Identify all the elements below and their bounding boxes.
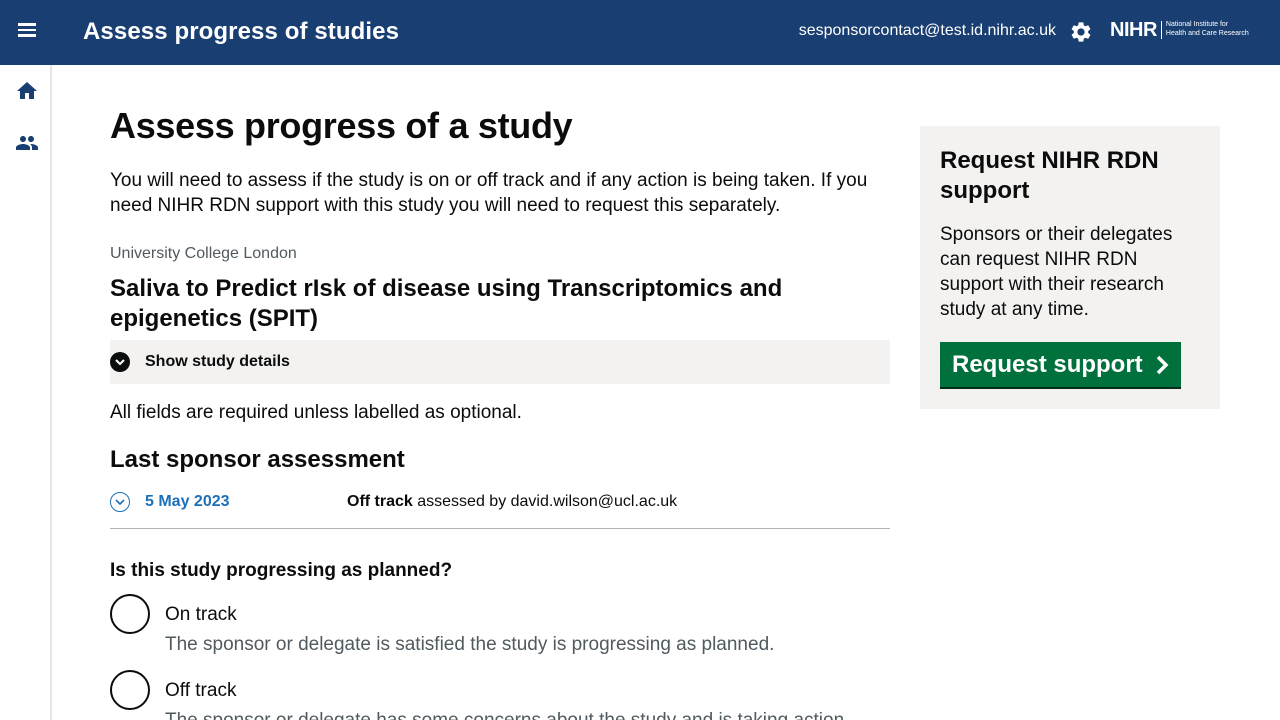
required-fields-note: All fields are required unless labelled … [110,402,522,423]
side-navigation [0,65,52,720]
app-header: Assess progress of studies sesponsorcont… [0,0,1280,65]
last-assessment-heading: Last sponsor assessment [110,446,405,473]
assessment-status: Off track assessed by david.wilson@ucl.a… [347,493,677,511]
show-study-details-toggle[interactable]: Show study details [110,340,890,384]
radio-hint: The sponsor or delegate is satisfied the… [165,634,775,655]
logo-main-text: NIHR [1110,19,1157,41]
assessment-assessed-by: assessed by david.wilson@ucl.ac.uk [417,492,678,510]
chevron-right-icon [1156,355,1169,374]
radio-button[interactable] [110,670,150,710]
radio-label[interactable]: On track [165,603,774,627]
menu-icon[interactable] [14,20,40,46]
user-email: sesponsorcontact@test.id.nihr.ac.uk [798,22,1056,39]
page-title: Assess progress of a study [110,105,573,146]
panel-title: Request NIHR RDN support [940,147,1159,204]
radio-label[interactable]: Off track [165,679,844,703]
radio-off-track[interactable]: Off track The sponsor or delegate has so… [110,670,890,720]
chevron-down-icon [110,352,130,372]
app-title: Assess progress of studies [83,18,400,45]
last-assessment-row: 5 May 2023 Off track assessed by david.w… [110,485,890,529]
request-support-panel: Request NIHR RDN support Sponsors or the… [920,126,1220,409]
assessment-status-value: Off track [347,492,413,510]
request-support-button[interactable]: Request support [940,342,1181,387]
people-icon[interactable] [15,131,39,155]
logo-sub-line1: National Institute for [1165,21,1229,28]
main-content: Assess progress of a study You will need… [110,104,890,720]
intro-text: You will need to assess if the study is … [110,170,868,216]
radio-button[interactable] [110,594,150,634]
radio-on-track[interactable]: On track The sponsor or delegate is sati… [110,594,890,657]
organisation-caption: University College London [110,245,297,262]
home-icon[interactable] [15,79,39,103]
nihr-logo[interactable]: NIHR National Institute for Health and C… [1110,17,1249,47]
logo-subtitle: National Institute for Health and Care R… [1166,17,1249,38]
gear-icon[interactable] [1069,20,1093,44]
show-study-details-label: Show study details [145,353,290,370]
request-support-label: Request support [952,350,1143,378]
logo-sub-line2: Health and Care Research [1165,29,1249,37]
assessment-date-link[interactable]: 5 May 2023 [145,493,347,511]
progress-question: Is this study progressing as planned? [110,560,453,581]
study-title: Saliva to Predict rIsk of disease using … [110,275,783,332]
logo-divider [1160,21,1162,39]
chevron-down-icon[interactable] [110,491,130,512]
panel-body: Sponsors or their delegates can request … [940,224,1173,320]
radio-hint: The sponsor or delegate has some concern… [165,709,844,720]
